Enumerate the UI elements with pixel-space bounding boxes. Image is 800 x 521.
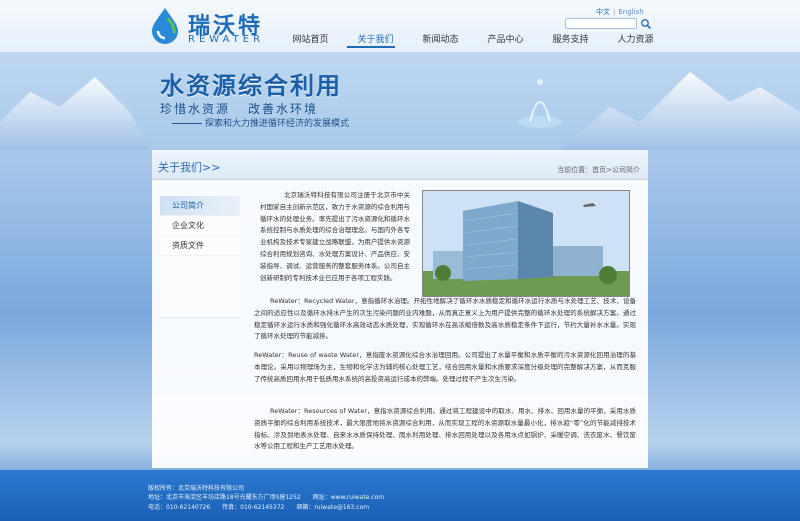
logo[interactable]: 瑞沃特 REWATER [148,6,278,46]
banner-slogan-a: 珍惜水资源 [160,102,231,116]
nav-products[interactable]: 产品中心 [473,32,538,48]
banner-subtitle: 探索和大力推进循环经济的发展模式 [205,119,350,129]
intro-paragraph: 北京瑞沃特科技有限公司注册于北京市中关村国家自主创新示范区，致力于水资源的综合利… [260,191,410,282]
banner-divider [172,123,202,124]
lang-separator: | [613,8,616,16]
sidebar-item-profile[interactable]: 公司简介 [160,196,240,216]
banner-slogan: 珍惜水资源 改善水环境 [160,100,318,117]
reuse-water-paragraph: ReWater：Reuse of waste Water，意指废水资源化综合水治… [254,351,636,383]
building-photo [422,190,630,297]
breadcrumb: 当前位置：首页>公司简介 [557,166,640,174]
main-nav: 网站首页 关于我们 新闻动态 产品中心 服务支持 人力资源 [278,32,668,48]
sidebar-spacer [160,256,240,318]
nav-news[interactable]: 新闻动态 [408,32,473,48]
lang-en-link[interactable]: English [618,8,643,16]
banner-title: 水资源综合利用 [160,72,342,100]
banner-mountains-image [0,72,800,150]
lang-cn-link[interactable]: 中文 [596,8,610,16]
footer-tel: 电话：010-62140726 [148,504,211,511]
nav-hr[interactable]: 人力资源 [603,32,668,48]
search-icon[interactable] [640,18,652,30]
language-switch: 中文 | English [596,7,644,17]
sidebar-item-culture[interactable]: 企业文化 [160,216,240,236]
header: 瑞沃特 REWATER 中文 | English 网站首页 关于我们 新闻动态 产品… [0,0,800,52]
nav-service[interactable]: 服务支持 [538,32,603,48]
resources-water-paragraph: ReWater：Resources of Water，意指水资源综合利用。通过将… [254,407,636,451]
nav-active-indicator [347,46,395,48]
footer-email[interactable]: 邮箱：ruiwate@163.com [296,504,369,511]
search-input[interactable] [565,18,637,29]
footer: 版权所有：北京瑞沃特科技有限公司 地址：北京市海淀区羊坊店路18号光耀东方广场S… [0,470,800,521]
recycled-water-paragraph: ReWater：Recycled Water，意指循环水治理。开拓性地解决了循环… [254,297,636,341]
footer-address-line: 地址：北京市海淀区羊坊店路18号光耀东方广场S座1252 网址：www.ruiwa… [148,492,396,501]
page-title: 关于我们>> [158,161,221,174]
water-drop-logo-icon [152,8,178,44]
footer-contact-line: 电话：010-62140726 传真：010-62145372 邮箱：ruiwate… [148,502,381,511]
content-panel: 关于我们>> 当前位置：首页>公司简介 公司简介 企业文化 资质文件 北京瑞沃特… [152,150,648,468]
sidebar-nav: 公司简介 企业文化 资质文件 [160,196,240,318]
sidebar-item-qualification[interactable]: 资质文件 [160,236,240,256]
footer-copyright: 版权所有：北京瑞沃特科技有限公司 [148,485,245,492]
banner-slogan-b: 改善水环境 [248,102,319,116]
nav-home[interactable]: 网站首页 [278,32,343,48]
footer-fax: 传真：010-62145372 [222,504,285,511]
footer-website[interactable]: 网址：www.ruiwate.com [313,494,384,501]
logo-text-en: REWATER [188,34,265,45]
banner: 水资源综合利用 珍惜水资源 改善水环境 探索和大力推进循环经济的发展模式 [0,52,800,150]
panel-header: 关于我们>> 当前位置：首页>公司简介 [152,150,648,180]
footer-address: 地址：北京市海淀区羊坊店路18号光耀东方广场S座1252 [148,494,301,501]
